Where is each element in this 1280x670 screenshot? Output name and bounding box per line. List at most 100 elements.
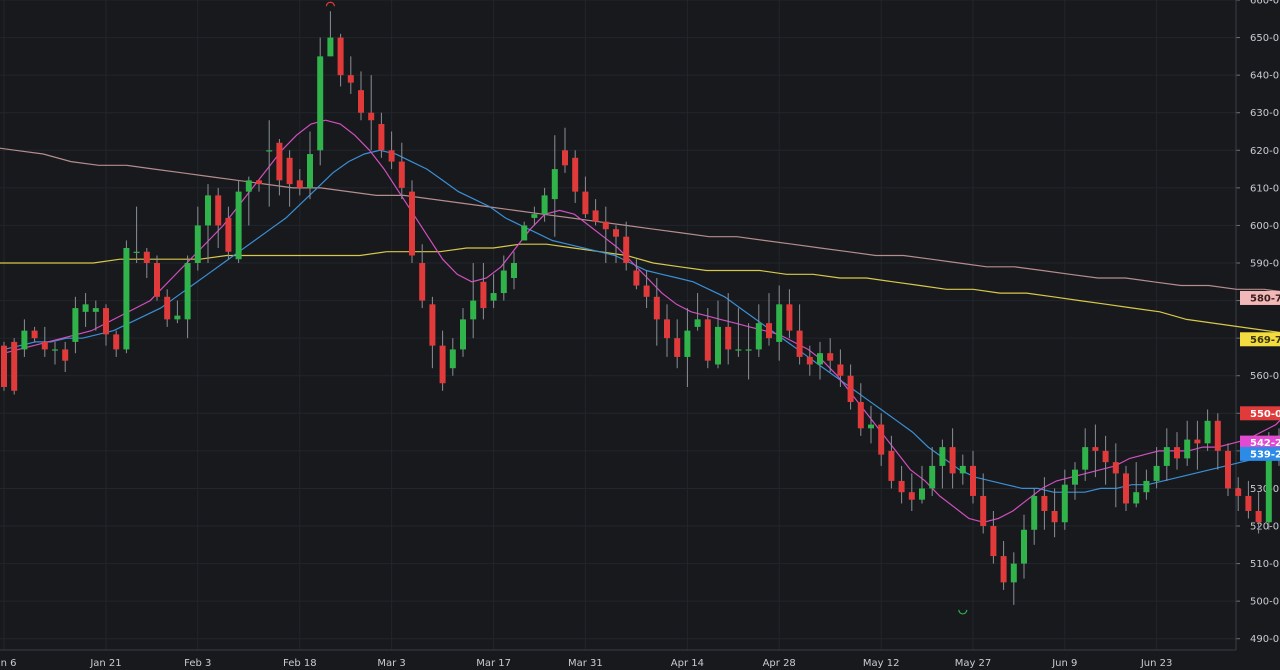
- candle-body: [1123, 473, 1129, 504]
- candle-body: [164, 296, 171, 320]
- chart-background: [0, 0, 1280, 670]
- candle-body: [755, 323, 762, 350]
- candle-body: [786, 304, 793, 331]
- candle-body: [21, 330, 28, 350]
- candle-body: [1214, 420, 1221, 451]
- candle-body: [256, 180, 262, 185]
- candle-body: [184, 263, 191, 320]
- candle-body: [633, 270, 640, 286]
- candle-body: [490, 293, 497, 301]
- candle-body: [888, 450, 895, 481]
- price-tag-label: 550-0: [1250, 409, 1280, 420]
- x-tick-label: Jun 23: [1140, 658, 1173, 669]
- candle-body: [1163, 447, 1170, 466]
- candle-body: [898, 480, 905, 493]
- candle-body: [1143, 480, 1150, 493]
- candle-body: [52, 349, 58, 351]
- candle-body: [347, 75, 354, 83]
- y-tick-label: 630-0: [1250, 108, 1279, 119]
- candle-body: [103, 308, 109, 335]
- y-tick-label: 620-0: [1250, 146, 1279, 157]
- candle-body: [908, 492, 915, 500]
- x-tick-label: May 12: [863, 658, 900, 669]
- candle-body: [868, 424, 874, 429]
- candle-body: [1072, 469, 1078, 485]
- candle-body: [827, 353, 834, 361]
- candle-body: [837, 364, 844, 376]
- candle-body: [480, 281, 487, 309]
- candle-body: [980, 495, 987, 527]
- candle-body: [388, 150, 395, 162]
- candle-body: [857, 402, 864, 429]
- candle-body: [266, 150, 273, 152]
- y-tick-label: 530-0: [1250, 484, 1279, 495]
- candle-body: [215, 195, 222, 226]
- candle-body: [1112, 462, 1119, 474]
- candle-body: [398, 161, 405, 188]
- y-tick-label: 610-0: [1250, 183, 1279, 194]
- candle-body: [1, 345, 7, 387]
- candle-body: [521, 225, 528, 241]
- candle-body: [653, 296, 660, 320]
- candle-body: [939, 447, 946, 466]
- candle-body: [1235, 488, 1242, 496]
- candle-body: [1000, 556, 1007, 583]
- candle-body: [82, 304, 89, 312]
- candle-body: [806, 356, 813, 365]
- x-tick-label: Apr 14: [671, 658, 704, 669]
- candle-body: [62, 349, 69, 361]
- candle-body: [735, 349, 742, 351]
- candle-body: [970, 465, 976, 496]
- candle-body: [959, 465, 966, 474]
- chart-canvas[interactable]: 490-0500-0510-0520-0530-0540-0550-0560-0…: [0, 0, 1280, 670]
- candle-body: [419, 263, 426, 301]
- x-tick-label: Mar 17: [476, 658, 511, 669]
- candle-body: [429, 304, 436, 346]
- candle-body: [235, 191, 242, 260]
- y-tick-label: 490-0: [1250, 634, 1279, 645]
- candle-body: [286, 157, 293, 185]
- candle-body: [154, 263, 160, 297]
- y-tick-label: 590-0: [1250, 259, 1279, 270]
- candle-body: [602, 221, 609, 230]
- candle-body: [460, 319, 466, 350]
- candle-body: [766, 323, 772, 339]
- candle-body: [1010, 563, 1017, 583]
- candle-body: [725, 326, 732, 350]
- candle-body: [613, 229, 619, 237]
- price-chart[interactable]: 490-0500-0510-0520-0530-0540-0550-0560-0…: [0, 0, 1280, 670]
- price-tag-label: 569-7: [1250, 335, 1280, 346]
- x-tick-label: Jan 6: [0, 658, 16, 669]
- candle-body: [296, 180, 303, 188]
- candle-body: [796, 330, 803, 357]
- candle-body: [31, 330, 38, 339]
- candle-body: [1204, 420, 1211, 444]
- candle-body: [174, 315, 181, 320]
- candle-body: [1051, 510, 1058, 523]
- candle-body: [551, 169, 558, 200]
- candle-body: [245, 180, 252, 192]
- candle-body: [1174, 447, 1180, 459]
- candle-body: [562, 150, 568, 166]
- candle-body: [500, 270, 507, 294]
- candle-body: [1194, 439, 1201, 444]
- candle-body: [368, 112, 375, 121]
- candle-body: [113, 334, 120, 350]
- candle-body: [1041, 495, 1048, 511]
- candle-body: [684, 330, 691, 357]
- x-tick-label: Feb 3: [184, 658, 211, 669]
- candle-body: [1153, 465, 1160, 481]
- candle-body: [592, 210, 599, 222]
- candle-body: [439, 345, 446, 384]
- y-tick-label: 650-0: [1250, 33, 1279, 44]
- candle-body: [1092, 447, 1099, 451]
- y-tick-label: 640-0: [1250, 71, 1279, 82]
- y-tick-label: 660-0: [1250, 0, 1279, 7]
- x-tick-label: Mar 3: [377, 658, 405, 669]
- x-tick-label: Apr 28: [763, 658, 796, 669]
- candle-body: [1021, 529, 1027, 564]
- candle-body: [358, 90, 364, 113]
- candle-body: [776, 304, 783, 342]
- candle-body: [225, 217, 232, 252]
- candle-body: [643, 285, 650, 297]
